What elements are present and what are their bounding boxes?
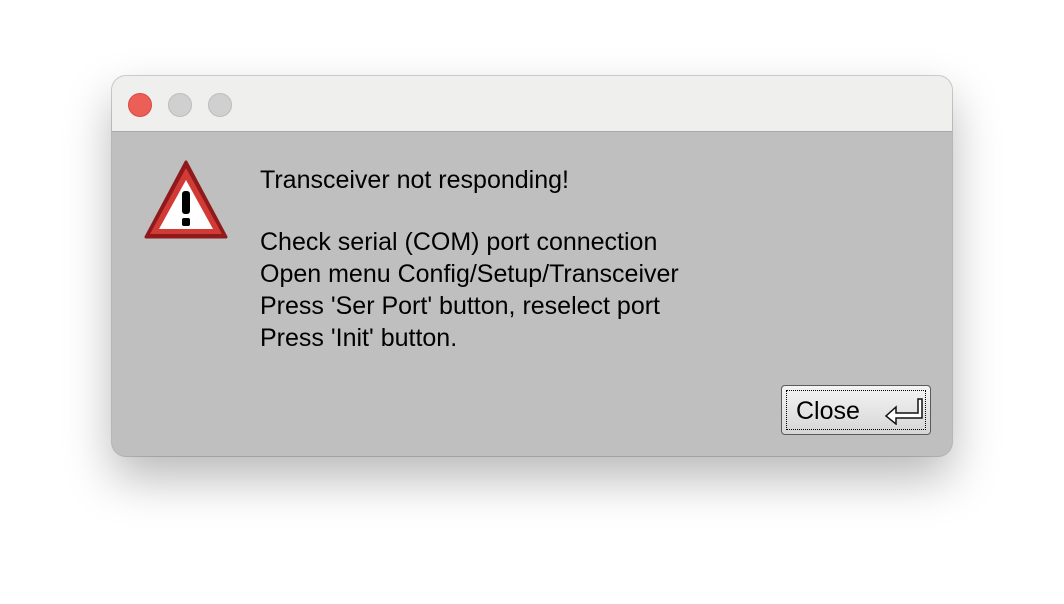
warning-icon (144, 160, 228, 239)
message-line-title: Transceiver not responding! (260, 166, 569, 194)
close-button[interactable]: Close (781, 385, 931, 435)
title-bar[interactable] (112, 76, 952, 132)
message-line: Check serial (COM) port connection (260, 228, 658, 256)
window-zoom-button[interactable] (208, 93, 232, 117)
dialog-window: Transceiver not responding! Check serial… (112, 76, 952, 456)
message-text: Transceiver not responding! Check serial… (260, 164, 679, 354)
message-line: Press 'Init' button. (260, 324, 458, 352)
message-line: Open menu Config/Setup/Transceiver (260, 260, 679, 288)
close-button-label: Close (796, 397, 860, 425)
message-line: Press 'Ser Port' button, reselect port (260, 292, 660, 320)
window-minimize-button[interactable] (168, 93, 192, 117)
return-key-icon (884, 398, 923, 425)
window-close-button[interactable] (128, 93, 152, 117)
